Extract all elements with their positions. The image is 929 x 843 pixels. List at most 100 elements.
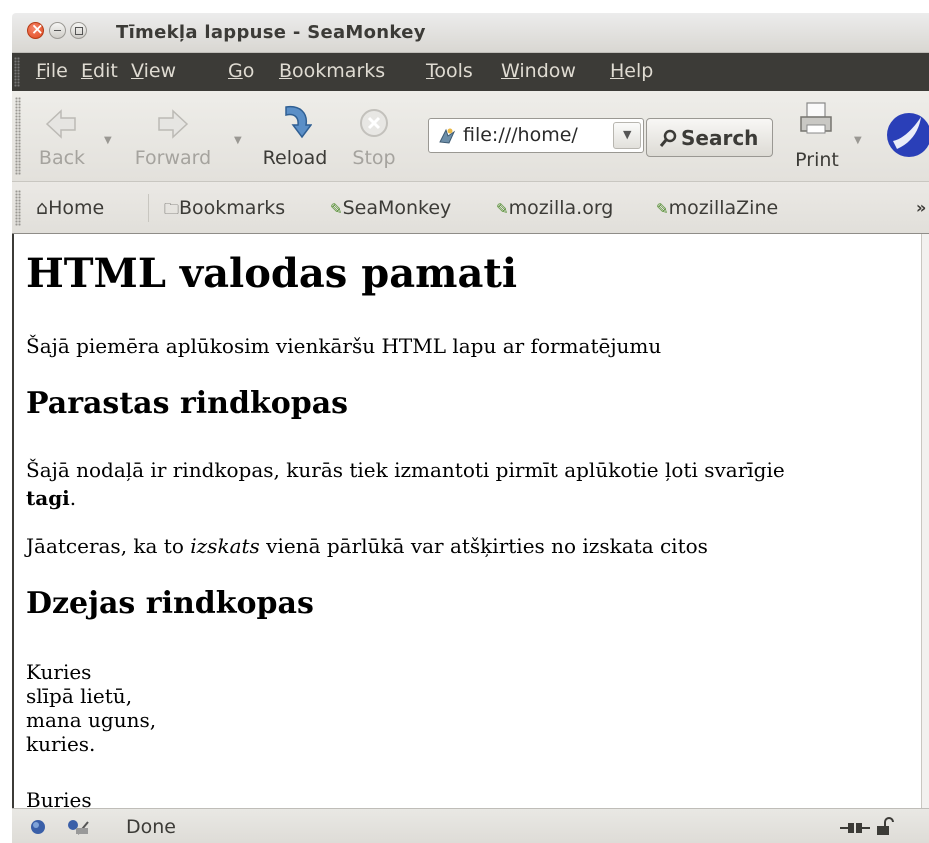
home-icon: ⌂ — [36, 197, 49, 219]
back-history-dropdown-icon[interactable]: ▼ — [104, 135, 112, 146]
file-page-icon — [439, 128, 456, 144]
bookmark-link-seamonkey[interactable]: ✎SeaMonkey — [330, 197, 451, 219]
home-label: Home — [48, 197, 105, 219]
bookmark-label: mozillaZine — [668, 197, 779, 219]
menu-file-mnemonic: F — [36, 60, 46, 82]
forward-history-dropdown-icon[interactable]: ▼ — [234, 135, 242, 146]
unlocked-padlock-icon[interactable] — [876, 817, 894, 837]
bookmark-icon: ✎ — [656, 200, 669, 218]
menu-help[interactable]: Help — [610, 60, 653, 82]
home-button[interactable]: ⌂Home — [36, 197, 104, 219]
menu-view[interactable]: View — [131, 60, 176, 82]
print-label: Print — [795, 149, 839, 171]
menu-file-label: ile — [45, 60, 68, 82]
folder-icon: 🗀 — [164, 200, 180, 218]
paragraph: Jāatceras, ka to izskats vienā pārlūkā v… — [26, 532, 708, 560]
section-heading-poem-paragraphs: Dzejas rindkopas — [26, 586, 314, 621]
bookmark-label: SeaMonkey — [342, 197, 452, 219]
back-arrow-icon — [45, 109, 76, 139]
minimize-window-button[interactable] — [49, 22, 66, 39]
menu-edit[interactable]: Edit — [81, 60, 118, 82]
paragraph-text: Jāatceras, ka to — [26, 534, 191, 558]
bookmark-icon: ✎ — [330, 200, 343, 218]
title-bar: Tīmekļa lappuse - SeaMonkey — [12, 13, 929, 53]
paragraph-continuation: tagi. — [26, 484, 76, 512]
menu-view-mnemonic: V — [131, 60, 144, 82]
menu-edit-mnemonic: E — [81, 60, 94, 82]
menu-window-label: indow — [519, 60, 576, 82]
intro-paragraph: Šajā piemēra aplūkosim vienkāršu HTML la… — [26, 334, 662, 358]
url-history-dropdown-button[interactable]: ▼ — [613, 122, 641, 149]
section-heading-regular-paragraphs: Parastas rindkopas — [26, 386, 349, 421]
menu-bookmarks[interactable]: Bookmarks — [279, 60, 385, 82]
menu-file[interactable]: File — [36, 60, 68, 82]
forward-button[interactable]: Forward — [124, 91, 222, 181]
reload-label: Reload — [262, 147, 328, 169]
status-bar: Done — [12, 808, 929, 843]
menu-tools-label: ools — [434, 60, 473, 82]
page-content: HTML valodas pamati Šajā piemēra aplūkos… — [12, 234, 921, 808]
menu-view-label: iew — [143, 60, 177, 82]
menu-go[interactable]: Go — [228, 60, 254, 82]
bookmarks-menu-button[interactable]: 🗀Bookmarks — [164, 197, 285, 224]
toolbar-grip[interactable] — [15, 190, 21, 226]
stop-button[interactable]: Stop — [346, 91, 402, 181]
vertical-scrollbar[interactable] — [921, 234, 929, 808]
printer-icon — [800, 102, 832, 134]
security-component-icon[interactable] — [66, 818, 90, 836]
page-heading: HTML valodas pamati — [26, 250, 518, 297]
bookmark-icon: ✎ — [496, 200, 509, 218]
reload-icon — [285, 105, 312, 139]
bookmarks-toolbar: ⌂Home 🗀Bookmarks ✎SeaMonkey ✎mozilla.org… — [12, 182, 929, 234]
window-title: Tīmekļa lappuse - SeaMonkey — [116, 22, 426, 43]
toolbar-separator — [148, 194, 149, 222]
print-button[interactable]: Print — [784, 91, 850, 181]
forward-label: Forward — [134, 147, 212, 169]
search-button[interactable]: Search — [646, 118, 773, 157]
menu-bookmarks-mnemonic: B — [279, 60, 293, 82]
menu-tools[interactable]: Tools — [426, 60, 473, 82]
stop-label: Stop — [352, 147, 396, 169]
menu-help-mnemonic: H — [610, 60, 625, 82]
poem-line: kuries. — [26, 732, 96, 756]
menu-bar: File Edit View Go Bookmarks Tools Window… — [12, 53, 929, 91]
status-text: Done — [126, 816, 176, 838]
bookmarks-label: Bookmarks — [179, 197, 286, 219]
seamonkey-logo-icon[interactable] — [885, 111, 929, 159]
menu-window-mnemonic: W — [501, 60, 520, 82]
forward-arrow-icon — [158, 109, 189, 139]
reload-button[interactable]: Reload — [254, 91, 336, 181]
paragraph-end: . — [69, 486, 77, 510]
poem-line: Buries — [26, 788, 92, 808]
navigation-toolbar: Back ▼ Forward ▼ Reload Stop file:///hom… — [12, 91, 929, 182]
menu-bookmarks-label: ookmarks — [292, 60, 386, 82]
url-text[interactable]: file:///home/ — [463, 124, 578, 146]
menu-go-label: o — [242, 60, 255, 82]
bookmark-link-mozilla-org[interactable]: ✎mozilla.org — [496, 197, 613, 219]
url-bar[interactable]: file:///home/ ▼ — [428, 118, 644, 153]
menu-edit-label: dit — [93, 60, 118, 82]
maximize-window-button[interactable] — [70, 22, 87, 39]
toolbar-grip[interactable] — [14, 57, 20, 87]
toolbar-grip[interactable] — [15, 97, 21, 175]
back-label: Back — [38, 147, 86, 169]
print-options-dropdown-icon[interactable]: ▼ — [854, 135, 862, 146]
stop-icon — [360, 109, 388, 137]
menu-go-mnemonic: G — [228, 60, 243, 82]
more-bookmarks-chevron-icon[interactable]: » — [916, 198, 926, 217]
bookmark-label: mozilla.org — [508, 197, 614, 219]
paragraph-text: vienā pārlūkā var atšķirties no izskata … — [259, 534, 708, 558]
close-window-button[interactable] — [27, 20, 44, 39]
bold-text: tagi — [26, 486, 70, 510]
menu-window[interactable]: Window — [501, 60, 576, 82]
back-button[interactable]: Back — [30, 91, 94, 181]
menu-help-label: elp — [624, 60, 654, 82]
search-label: Search — [681, 126, 759, 150]
chevron-down-icon: ▼ — [623, 128, 632, 141]
paragraph-line: Šajā nodaļā ir rindkopas, kurās tiek izm… — [26, 458, 785, 482]
bookmark-link-mozillazine[interactable]: ✎mozillaZine — [656, 197, 778, 219]
online-status-icon[interactable] — [30, 819, 46, 835]
italic-text: izskats — [190, 534, 260, 558]
connection-plug-icon — [840, 823, 870, 833]
search-icon — [659, 129, 677, 147]
